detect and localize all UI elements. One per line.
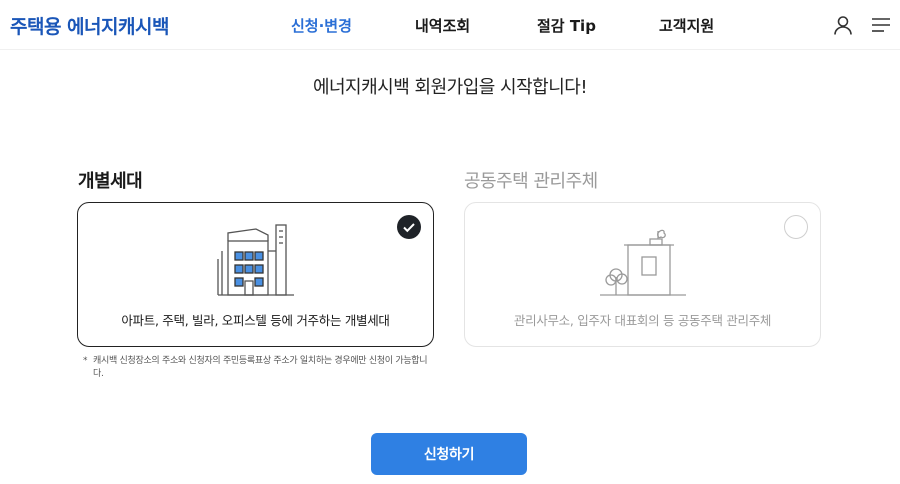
option-card-individual[interactable]: 아파트, 주택, 빌라, 오피스텔 등에 거주하는 개별세대 bbox=[77, 202, 434, 347]
hamburger-menu-icon[interactable] bbox=[870, 14, 892, 36]
option-desc-individual: 아파트, 주택, 빌라, 오피스텔 등에 거주하는 개별세대 bbox=[121, 313, 390, 328]
option-card-complex[interactable]: 관리사무소, 입주자 대표회의 등 공동주택 관리주체 bbox=[464, 202, 821, 347]
header: 주택용 에너지캐시백 신청·변경 내역조회 절감 Tip 고객지원 bbox=[0, 0, 900, 50]
nav-apply-change[interactable]: 신청·변경 bbox=[291, 15, 352, 36]
notice-asterisk: * bbox=[83, 356, 88, 366]
nav-history[interactable]: 내역조회 bbox=[415, 15, 470, 36]
option-desc-complex: 관리사무소, 입주자 대표회의 등 공동주택 관리주체 bbox=[513, 313, 772, 328]
nav-saving-tip[interactable]: 절감 Tip bbox=[537, 15, 596, 36]
unchecked-radio-icon bbox=[784, 215, 808, 239]
checked-icon bbox=[397, 215, 421, 239]
option-label-individual: 개별세대 bbox=[78, 171, 143, 192]
option-label-complex: 공동주택 관리주체 bbox=[464, 171, 598, 192]
eligibility-notice: * 캐시백 신청장소의 주소와 신청자의 주민등록표상 주소가 일치하는 경우에… bbox=[83, 355, 435, 381]
nav-support[interactable]: 고객지원 bbox=[659, 15, 714, 36]
page-title: 에너지캐시백 회원가입을 시작합니다! bbox=[312, 77, 588, 98]
site-logo[interactable]: 주택용 에너지캐시백 bbox=[10, 12, 169, 39]
apartment-building-icon bbox=[216, 221, 296, 301]
management-office-icon bbox=[598, 221, 688, 301]
notice-text: 캐시백 신청장소의 주소와 신청자의 주민등록표상 주소가 일치하는 경우에만 … bbox=[93, 356, 428, 379]
apply-button[interactable]: 신청하기 bbox=[371, 433, 527, 475]
user-icon[interactable] bbox=[832, 14, 854, 36]
